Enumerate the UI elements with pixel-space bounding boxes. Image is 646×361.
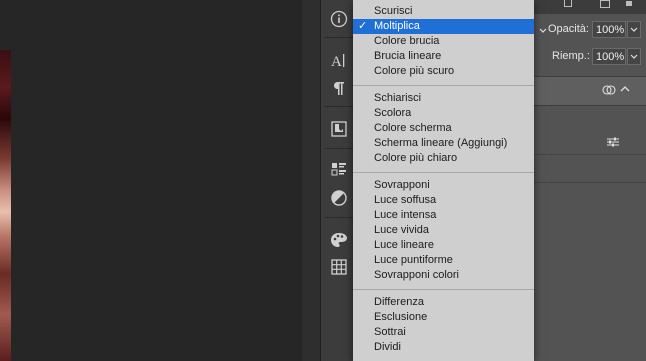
menu-separator [353, 172, 534, 173]
properties-icon[interactable] [329, 159, 349, 179]
character-icon[interactable]: A [329, 50, 349, 70]
adjustments-icon[interactable] [329, 188, 349, 208]
filter-settings-icon[interactable] [606, 136, 620, 151]
menu-item-colore-piu-scuro[interactable]: Colore più scuro [353, 64, 534, 79]
menu-item-luce-lineare[interactable]: Luce lineare [353, 238, 534, 253]
menu-item-sovrapponi-colori[interactable]: Sovrapponi colori [353, 268, 534, 283]
fill-label: Riemp.: [552, 50, 590, 62]
menu-item-colore-brucia[interactable]: Colore brucia [353, 34, 534, 49]
collapse-chevron-icon[interactable] [620, 84, 630, 96]
blend-mode-menu[interactable]: Scurisci ✓ Moltiplica Colore brucia Bruci… [353, 0, 534, 361]
swatches-icon[interactable] [329, 257, 349, 277]
panel-toolbar [534, 0, 646, 14]
menu-item-colore-scherma[interactable]: Colore scherma [353, 121, 534, 136]
menu-item-esclusione[interactable]: Esclusione [353, 310, 534, 325]
opacity-label: Opacità: [548, 23, 589, 35]
svg-text:A: A [331, 54, 342, 69]
menu-item-dividi[interactable]: Dividi [353, 340, 534, 355]
menu-item-scherma-lineare[interactable]: Scherma lineare (Aggiungi) [353, 136, 534, 151]
menu-separator [353, 85, 534, 86]
menu-item-brucia-lineare[interactable]: Brucia lineare [353, 49, 534, 64]
menu-item-colore-piu-chiaro[interactable]: Colore più chiaro [353, 151, 534, 166]
menu-item-luce-puntiforme[interactable]: Luce puntiforme [353, 253, 534, 268]
panel-dock-strip: A [320, 0, 357, 361]
color-palette-icon[interactable] [329, 230, 349, 250]
menu-item-sovrapponi[interactable]: Sovrapponi [353, 178, 534, 193]
menu-item-scolora[interactable]: Scolora [353, 106, 534, 121]
document-canvas[interactable] [0, 0, 302, 361]
panel-divider [302, 0, 320, 361]
transform-icon[interactable] [600, 0, 610, 8]
anchor-icon[interactable] [564, 0, 572, 7]
fill-dropdown-button[interactable] [627, 48, 641, 65]
opacity-dropdown-button[interactable] [627, 21, 641, 38]
checkmark-icon: ✓ [358, 20, 368, 32]
layers-panel: Opacità: 100% Riemp.: 100% [534, 0, 646, 361]
menu-item-scurisci[interactable]: Scurisci [353, 4, 534, 19]
menu-item-schiarisci[interactable]: Schiarisci [353, 91, 534, 106]
fill-field[interactable]: 100% [592, 48, 626, 65]
menu-item-differenza[interactable]: Differenza [353, 295, 534, 310]
menu-item-luce-soffusa[interactable]: Luce soffusa [353, 193, 534, 208]
layer-row[interactable] [534, 76, 646, 106]
menu-item-sottrai[interactable]: Sottrai [353, 325, 534, 340]
layer-link-icon[interactable] [602, 84, 616, 99]
menu-item-luce-intensa[interactable]: Luce intensa [353, 208, 534, 223]
document-image [0, 50, 11, 361]
libraries-icon[interactable] [329, 119, 349, 139]
align-icon[interactable] [626, 1, 632, 6]
paragraph-icon[interactable] [329, 78, 349, 98]
menu-item-moltiplica[interactable]: ✓ Moltiplica [353, 19, 534, 34]
menu-item-luce-vivida[interactable]: Luce vivida [353, 223, 534, 238]
info-icon[interactable] [329, 9, 349, 29]
opacity-field[interactable]: 100% [592, 21, 626, 38]
menu-separator [353, 289, 534, 290]
